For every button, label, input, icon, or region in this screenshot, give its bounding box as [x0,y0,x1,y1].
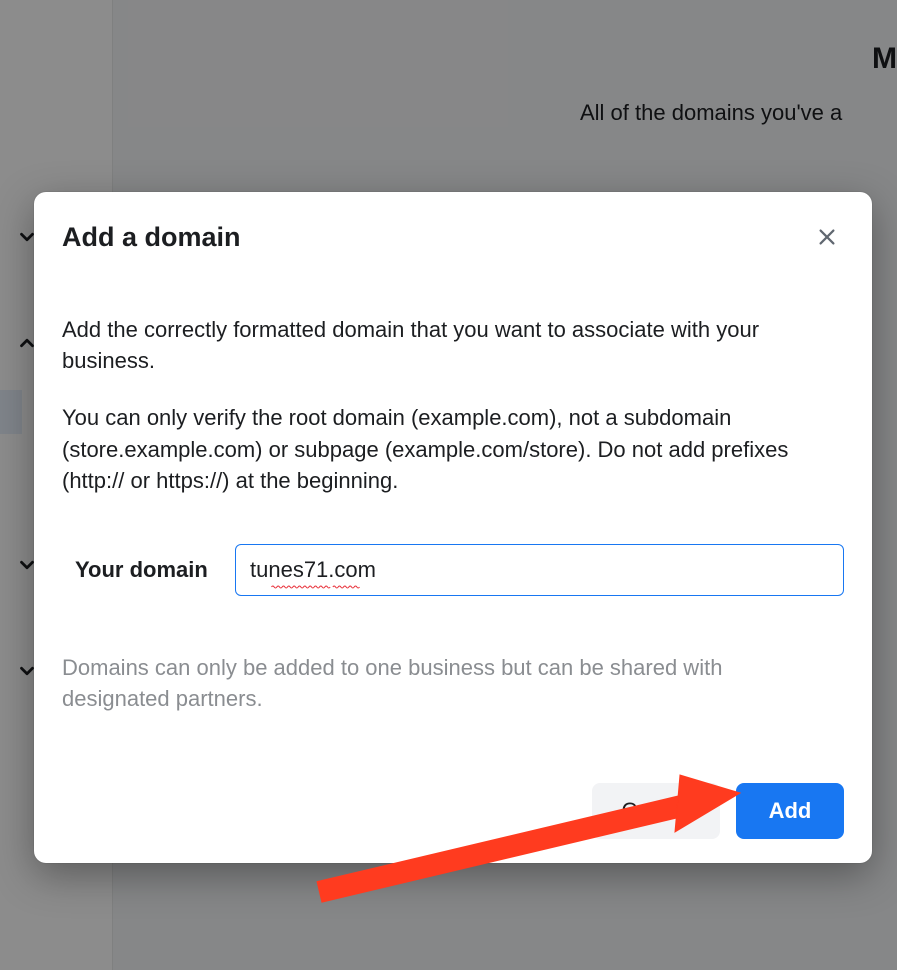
domain-field-row: Your domain [62,544,844,596]
domain-input[interactable] [235,544,844,596]
modal-title: Add a domain [62,222,241,253]
add-domain-modal: Add a domain Add the correctly formatted… [34,192,872,863]
domain-input-wrap [235,544,844,596]
modal-footer: Cancel Add [62,783,844,839]
domain-field-label: Your domain [62,557,235,583]
modal-paragraph-2: You can only verify the root domain (exa… [62,402,832,496]
cancel-button[interactable]: Cancel [592,783,720,839]
modal-header: Add a domain [62,220,844,254]
close-button[interactable] [810,220,844,254]
modal-paragraph-1: Add the correctly formatted domain that … [62,314,832,376]
modal-help-text: Domains can only be added to one busines… [62,652,822,714]
add-button[interactable]: Add [736,783,844,839]
